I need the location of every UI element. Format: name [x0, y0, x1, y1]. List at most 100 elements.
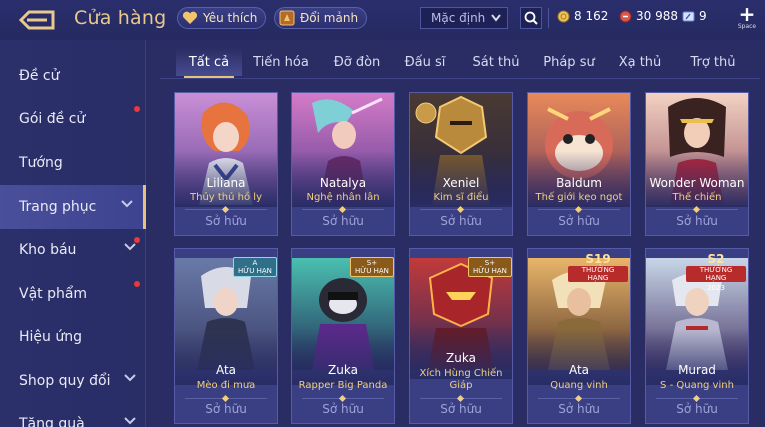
- skin-card[interactable]: Liliana Thủy thủ hồ ly Sở hữu: [174, 92, 278, 236]
- skin-card[interactable]: Wonder Woman Thế chiến Sở hữu: [645, 92, 749, 236]
- skin-name: Thế giới kẹo ngọt: [535, 192, 623, 203]
- header-divider: [548, 8, 549, 28]
- category-tabs: Tất cả Tiến hóa Đỡ đòn Đấu sĩ Sát thủ Ph…: [160, 48, 765, 78]
- favorites-label: Yêu thích: [203, 11, 258, 25]
- tab-fighter[interactable]: Đấu sĩ: [400, 48, 450, 76]
- sidebar-item-exchange-shop[interactable]: Shop quy đổi: [0, 359, 146, 403]
- voucher-counter: 9: [682, 9, 707, 23]
- notification-dot: [134, 281, 140, 287]
- tab-label: Sát thủ: [472, 54, 520, 70]
- sidebar-item-treasure[interactable]: Kho báu: [0, 228, 146, 272]
- owned-status: Sở hữu: [322, 402, 364, 416]
- grade-badge: A HỮU HẠN: [233, 257, 277, 277]
- card-divider-gem: [338, 394, 347, 403]
- exchange-label: Đổi mảnh: [300, 11, 359, 25]
- sidebar-item-featured-bundles[interactable]: Gói đề cử: [0, 97, 146, 141]
- chevron-down-icon: [121, 200, 133, 208]
- skin-card[interactable]: S+ HỮU HẠN Zuka Rapper Big Panda Sở hữu: [291, 248, 395, 424]
- sidebar-item-effects[interactable]: Hiệu ứng: [0, 315, 146, 359]
- heart-icon: [181, 9, 199, 27]
- rank-season: S19: [585, 252, 611, 266]
- owned-status: Sở hữu: [322, 214, 364, 228]
- grade-letter: A: [252, 259, 258, 267]
- sidebar-item-label: Hiệu ứng: [19, 329, 82, 345]
- chevron-down-icon: [124, 417, 136, 425]
- skin-name: Rapper Big Panda: [298, 380, 388, 391]
- sidebar-item-featured[interactable]: Đề cử: [0, 54, 146, 98]
- skin-card[interactable]: Natalya Nghệ nhân lân Sở hữu: [291, 92, 395, 236]
- rank-badge: S2 THƯỞNG HẠNG 2023: [686, 253, 746, 292]
- skin-name: Nghệ nhân lân: [306, 192, 380, 203]
- card-divider-gem: [221, 205, 230, 214]
- tab-label: Xạ thủ: [618, 54, 662, 70]
- owned-status: Sở hữu: [205, 214, 247, 228]
- tab-label: Đấu sĩ: [404, 54, 446, 70]
- tab-marksman[interactable]: Xạ thủ: [614, 48, 666, 76]
- skin-card[interactable]: S19 THƯỞNG HẠNG Ata Quang vinh Sở hữu: [527, 248, 631, 424]
- skin-card[interactable]: S2 THƯỞNG HẠNG 2023 Murad S - Quang vinh…: [645, 248, 749, 424]
- rank-label: THƯỞNG HẠNG: [686, 266, 746, 282]
- grade-letter: S+: [366, 259, 378, 267]
- coupon-counter: 30 988: [619, 9, 678, 23]
- tab-assassin[interactable]: Sát thủ: [468, 48, 524, 76]
- hero-name: Xeniel: [442, 176, 480, 190]
- sidebar-item-label: Kho báu: [19, 242, 77, 258]
- chevron-down-icon: [491, 14, 501, 22]
- skin-name: Kim sĩ điểu: [433, 192, 489, 203]
- rank-label: THƯỞNG HẠNG: [568, 266, 628, 282]
- card-divider-gem: [221, 394, 230, 403]
- sidebar-item-label: Tặng quà: [19, 416, 85, 427]
- skin-card[interactable]: A HỮU HẠN Ata Mèo đi mưa Sở hữu: [174, 248, 278, 424]
- skin-name: Quang vinh: [550, 380, 608, 391]
- tab-label: Tất cả: [188, 54, 230, 70]
- card-divider-gem: [692, 205, 701, 214]
- owned-status: Sở hữu: [558, 214, 600, 228]
- sidebar-item-gifts[interactable]: Tặng quà: [0, 402, 146, 427]
- hero-name: Murad: [678, 363, 716, 377]
- hero-name: Natalya: [319, 176, 367, 190]
- space-label: Space: [737, 23, 757, 30]
- shard-exchange-icon: [278, 9, 296, 27]
- tab-label: Tiến hóa: [253, 54, 309, 70]
- skin-card[interactable]: S+ HỮU HẠN Zuka Xích Hùng Chiến Giáp Sở …: [409, 248, 513, 424]
- top-up-button[interactable]: + Space: [736, 4, 758, 32]
- sidebar-item-label: Shop quy đổi: [19, 373, 111, 389]
- tab-label: Trợ thủ: [690, 54, 736, 70]
- voucher-amount: 9: [699, 9, 707, 23]
- tab-label: Pháp sư: [543, 54, 595, 70]
- owned-status: Sở hữu: [676, 402, 718, 416]
- owned-status: Sở hữu: [440, 402, 482, 416]
- skin-card[interactable]: Baldum Thế giới kẹo ngọt Sở hữu: [527, 92, 631, 236]
- sidebar-item-heroes[interactable]: Tướng: [0, 141, 146, 185]
- skin-name: Mèo đi mưa: [196, 380, 256, 391]
- owned-status: Sở hữu: [558, 402, 600, 416]
- sidebar: Đề cử Gói đề cử Tướng Trang phục Kho báu…: [0, 40, 146, 427]
- card-divider-gem: [338, 205, 347, 214]
- favorites-button[interactable]: Yêu thích: [177, 7, 267, 29]
- search-button[interactable]: [520, 7, 542, 29]
- hero-name: Zuka: [328, 363, 358, 377]
- tab-mage[interactable]: Pháp sư: [540, 48, 598, 76]
- tab-tank[interactable]: Đỡ đòn: [326, 48, 388, 76]
- sort-dropdown[interactable]: Mặc định: [420, 7, 508, 29]
- owned-status: Sở hữu: [676, 214, 718, 228]
- tab-support[interactable]: Trợ thủ: [684, 48, 742, 76]
- sidebar-item-label: Gói đề cử: [19, 111, 86, 127]
- card-divider-gem: [456, 394, 465, 403]
- exchange-shards-button[interactable]: Đổi mảnh: [274, 7, 368, 29]
- hero-name: Wonder Woman: [649, 176, 745, 190]
- back-button[interactable]: [14, 7, 60, 33]
- gold-coin-icon: [557, 10, 570, 22]
- tab-all[interactable]: Tất cả: [176, 48, 242, 78]
- sort-value: Mặc định: [431, 11, 486, 25]
- sidebar-item-skins[interactable]: Trang phục: [0, 185, 146, 229]
- skin-card[interactable]: Xeniel Kim sĩ điểu Sở hữu: [409, 92, 513, 236]
- coupon-amount: 30 988: [636, 9, 678, 23]
- sidebar-item-items[interactable]: Vật phẩm: [0, 272, 146, 316]
- chevron-down-icon: [124, 374, 136, 382]
- sidebar-item-label: Tướng: [19, 155, 63, 171]
- skin-name: Thế chiến: [672, 192, 722, 203]
- rank-badge: S19 THƯỞNG HẠNG: [568, 253, 628, 284]
- hero-name: Zuka: [446, 351, 476, 365]
- tab-evolution[interactable]: Tiến hóa: [252, 48, 310, 76]
